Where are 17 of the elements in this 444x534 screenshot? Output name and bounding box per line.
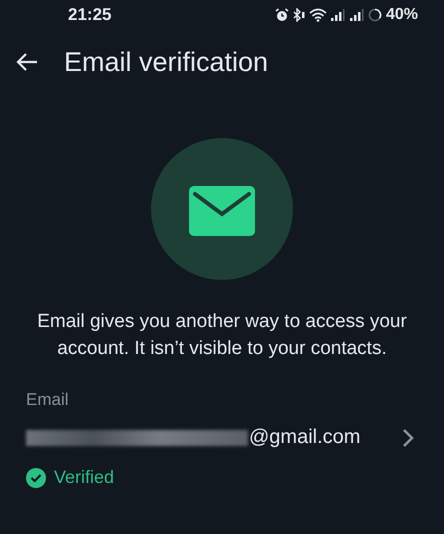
alarm-icon	[274, 8, 289, 22]
email-address[interactable]: @gmail.com	[249, 426, 360, 449]
verified-status: Verified	[54, 467, 114, 488]
screen-title: Email verification	[64, 46, 268, 78]
battery-percent: 40%	[386, 6, 418, 24]
email-label: Email	[26, 390, 70, 410]
wifi-icon	[308, 8, 327, 22]
status-time: 21:25	[68, 5, 112, 25]
chevron-right-icon[interactable]	[402, 428, 414, 448]
envelope-icon	[151, 138, 293, 280]
battery-icon	[368, 8, 382, 22]
signal-icon	[330, 8, 346, 22]
check-circle-icon	[26, 468, 46, 488]
signal-icon	[348, 8, 365, 22]
back-arrow-icon[interactable]	[16, 52, 38, 72]
description-text: Email gives you another way to access your account. It isn’t visible to your contacts.	[36, 310, 408, 361]
bluetooth-icon	[292, 8, 306, 22]
